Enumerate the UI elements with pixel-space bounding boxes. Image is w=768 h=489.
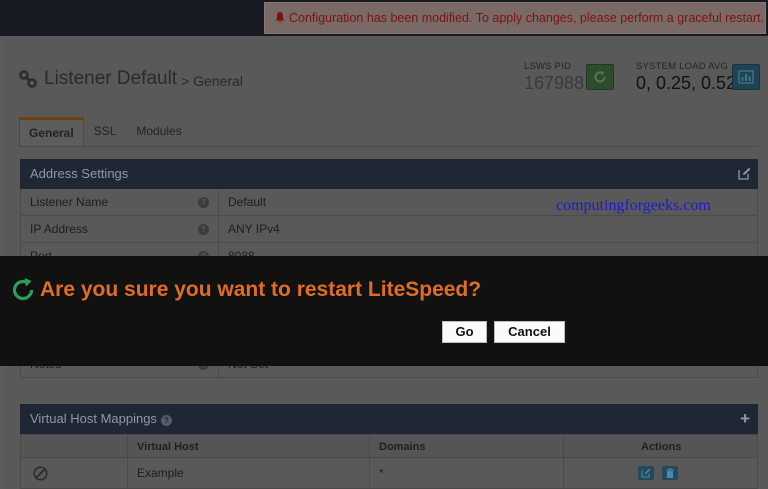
table-row: IP Address ? ANY IPv4: [20, 216, 758, 243]
refresh-icon: [594, 70, 606, 83]
column-header-virtual-host: Virtual Host: [137, 441, 199, 453]
row-value: ANY IPv4: [228, 222, 280, 236]
restart-icon: [12, 278, 34, 301]
row-value: Default: [228, 195, 267, 209]
help-icon[interactable]: ?: [160, 415, 172, 426]
row-key: Listener Name: [30, 195, 109, 209]
globe-link-icon: [33, 466, 48, 481]
virtual-host-name: Example: [137, 466, 184, 480]
dialog-question: Are you sure you want to restart LiteSpe…: [40, 278, 482, 301]
dialog-title: Are you sure you want to restart LiteSpe…: [10, 277, 481, 303]
notice-text: Configuration has been modified. To appl…: [289, 11, 765, 25]
listener-tabs: General SSL Modules: [19, 117, 192, 147]
page-subtitle: > General: [181, 72, 243, 89]
tab-divider: [19, 146, 758, 147]
tab-general[interactable]: General: [19, 117, 84, 147]
restart-button[interactable]: [586, 64, 614, 90]
add-icon[interactable]: +: [740, 404, 750, 433]
table-header: Virtual Host Domains Actions: [20, 434, 758, 459]
domains-value: *: [379, 466, 384, 480]
restart-confirm-dialog: Are you sure you want to restart LiteSpe…: [0, 256, 768, 366]
lsws-pid-value: 167988: [524, 73, 585, 93]
system-load-avg: SYSTEM LOAD AVG 0, 0.25, 0.52: [636, 61, 736, 94]
row-key: IP Address: [30, 222, 88, 236]
edit-icon[interactable]: [738, 167, 751, 180]
config-modified-notice: Configuration has been modified. To appl…: [264, 2, 766, 34]
column-header-domains: Domains: [379, 441, 426, 453]
tab-ssl[interactable]: SSL: [84, 117, 127, 147]
virtual-host-mappings-title: Virtual Host Mappings: [30, 411, 157, 426]
page-title-text: Listener Default: [44, 68, 178, 89]
link-icon: [19, 70, 37, 88]
address-settings-header: Address Settings: [20, 159, 758, 189]
go-button[interactable]: Go: [442, 321, 487, 343]
column-header-actions: Actions: [641, 441, 682, 453]
load-stats-button[interactable]: [732, 64, 760, 90]
address-settings-title: Address Settings: [30, 166, 129, 181]
virtual-host-mappings-header: Virtual Host Mappings? +: [20, 404, 758, 434]
help-icon[interactable]: ?: [198, 224, 209, 235]
cancel-button[interactable]: Cancel: [494, 321, 565, 343]
tab-modules[interactable]: Modules: [126, 117, 191, 147]
system-load-value: 0, 0.25, 0.52: [636, 73, 737, 93]
virtual-host-mappings-table: Virtual Host Domains Actions Example *: [20, 434, 758, 489]
watermark-text: computingforgeeks.com: [556, 197, 711, 214]
delete-mapping-button[interactable]: [662, 466, 678, 480]
edit-icon: [641, 468, 651, 478]
bell-icon: [275, 12, 285, 23]
bar-chart-icon: [738, 70, 754, 84]
system-load-label: SYSTEM LOAD AVG: [636, 61, 729, 72]
lsws-pid: LSWS PID 167988: [524, 61, 584, 94]
lsws-pid-label: LSWS PID: [524, 61, 571, 72]
table-row: Example *: [20, 458, 758, 489]
edit-mapping-button[interactable]: [638, 466, 654, 480]
page-title: Listener Default > General: [18, 66, 243, 92]
help-icon[interactable]: ?: [198, 197, 209, 208]
trash-icon: [666, 468, 674, 478]
